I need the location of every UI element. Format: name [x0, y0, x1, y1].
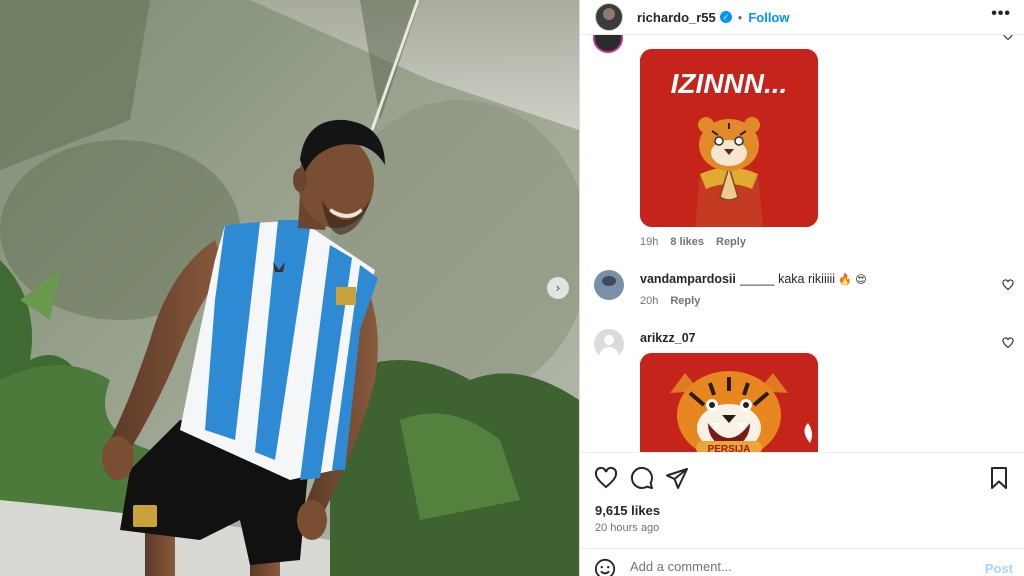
heart-icon[interactable]	[594, 466, 618, 490]
add-comment-bar: Post	[580, 548, 1024, 576]
comment-sticker: IZINNN...	[640, 49, 818, 227]
bookmark-icon[interactable]	[987, 466, 1011, 490]
post-photo[interactable]: ›	[0, 0, 579, 576]
jersey-badge	[336, 287, 356, 305]
comment-body: vandampardosii _____ kaka rikiiiii 🔥 😍	[640, 272, 867, 286]
comment-meta: 19h 8 likes Reply	[640, 236, 746, 248]
sticker-caption: IZINNN...	[671, 68, 788, 99]
commenter-username[interactable]: arikzz_07	[640, 331, 696, 345]
comment-icon[interactable]	[630, 466, 654, 490]
reply-button[interactable]: Reply	[716, 236, 746, 248]
comment-input[interactable]	[630, 559, 960, 574]
shorts-logo	[133, 505, 157, 527]
author-avatar[interactable]	[595, 3, 623, 31]
post-side-panel: richardo_r55 ✓ • Follow ••• IZINNN... 19…	[579, 0, 1024, 576]
comment-body: arikzz_07	[640, 331, 700, 345]
post-header: richardo_r55 ✓ • Follow •••	[580, 0, 1024, 34]
likes-count[interactable]: 9,615 likes	[595, 503, 660, 518]
comments-list[interactable]: IZINNN... 19h 8 likes Reply vandampardos…	[580, 34, 1024, 452]
verified-icon: ✓	[719, 11, 732, 23]
sticker-caption: PERSIJA	[708, 444, 751, 452]
post-actions: 9,615 likes 20 hours ago	[580, 452, 1024, 548]
like-comment-heart-icon[interactable]	[1002, 337, 1014, 349]
next-photo-button[interactable]: ›	[547, 277, 569, 299]
reply-button[interactable]: Reply	[670, 295, 700, 307]
comment-time: 20h	[640, 295, 659, 307]
post-comment-button[interactable]: Post	[985, 561, 1013, 576]
commenter-avatar[interactable]	[594, 270, 624, 300]
comment-text: _____ kaka rikiiiii	[739, 272, 836, 286]
commenter-username[interactable]: vandampardosii	[640, 272, 736, 286]
header-separator: •	[737, 9, 743, 25]
comment-emojis: 🔥 😍	[838, 273, 867, 286]
chevron-right-icon: ›	[555, 281, 561, 295]
comment-sticker: PERSIJA	[640, 353, 818, 452]
comment-meta: 20h Reply	[640, 295, 700, 307]
post-viewer: › richardo_r55 ✓ • Follow ••• IZINNN...	[0, 0, 1024, 576]
share-icon[interactable]	[665, 466, 689, 490]
author-username[interactable]: richardo_r55	[637, 10, 716, 25]
commenter-avatar[interactable]	[594, 329, 624, 359]
post-photo-image	[0, 0, 579, 576]
follow-button[interactable]: Follow	[748, 10, 789, 25]
commenter-avatar[interactable]	[593, 35, 623, 53]
like-comment-heart-icon[interactable]	[1002, 279, 1014, 291]
comment-likes[interactable]: 8 likes	[670, 236, 704, 248]
comment-time: 19h	[640, 236, 659, 248]
post-timestamp: 20 hours ago	[595, 522, 660, 534]
more-options-button[interactable]: •••	[991, 5, 1011, 23]
emoji-icon[interactable]	[594, 558, 616, 576]
like-comment-heart-icon[interactable]	[1002, 34, 1014, 41]
